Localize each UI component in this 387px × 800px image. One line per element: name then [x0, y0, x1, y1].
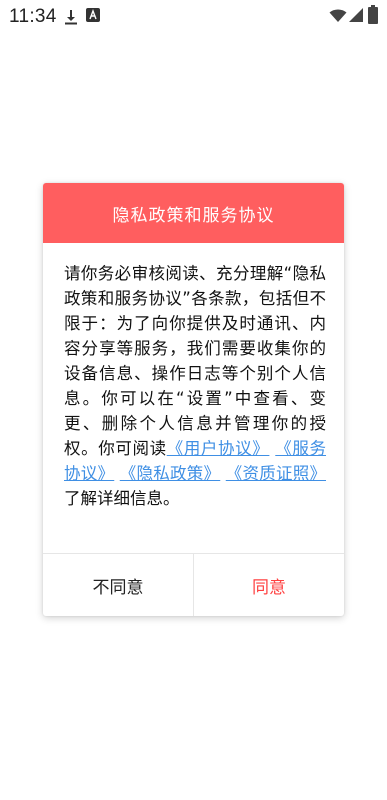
a-icon: [86, 8, 100, 22]
agree-button[interactable]: 同意: [194, 554, 344, 616]
privacy-policy-link[interactable]: 《隐私政策》: [120, 464, 221, 483]
dialog-body-prefix: 请你务必审核阅读、充分理解“隐私政策和服务协议”各条款，包括但不限于：为了向你提…: [64, 264, 326, 458]
dialog-footer: 不同意 同意: [43, 553, 344, 616]
dialog-title: 隐私政策和服务协议: [112, 205, 275, 226]
status-time: 11:34: [9, 6, 57, 27]
dialog-body: 请你务必审核阅读、充分理解“隐私政策和服务协议”各条款，包括但不限于：为了向你提…: [64, 261, 326, 511]
privacy-dialog: 隐私政策和服务协议 请你务必审核阅读、充分理解“隐私政策和服务协议”各条款，包括…: [43, 183, 344, 616]
qualification-link[interactable]: 《资质证照》: [226, 464, 326, 483]
wifi-icon: [329, 9, 347, 22]
signal-icon: [349, 8, 363, 22]
agree-label: 同意: [252, 577, 286, 598]
dialog-body-suffix: 了解详细信息。: [64, 489, 180, 508]
user-agreement-link[interactable]: 《用户协议》: [167, 439, 270, 458]
battery-icon: [368, 5, 378, 24]
download-icon: [65, 10, 77, 25]
disagree-button[interactable]: 不同意: [43, 554, 194, 616]
dialog-header: 隐私政策和服务协议: [43, 183, 344, 243]
disagree-label: 不同意: [92, 577, 144, 598]
status-bar: 11:34: [0, 0, 387, 32]
